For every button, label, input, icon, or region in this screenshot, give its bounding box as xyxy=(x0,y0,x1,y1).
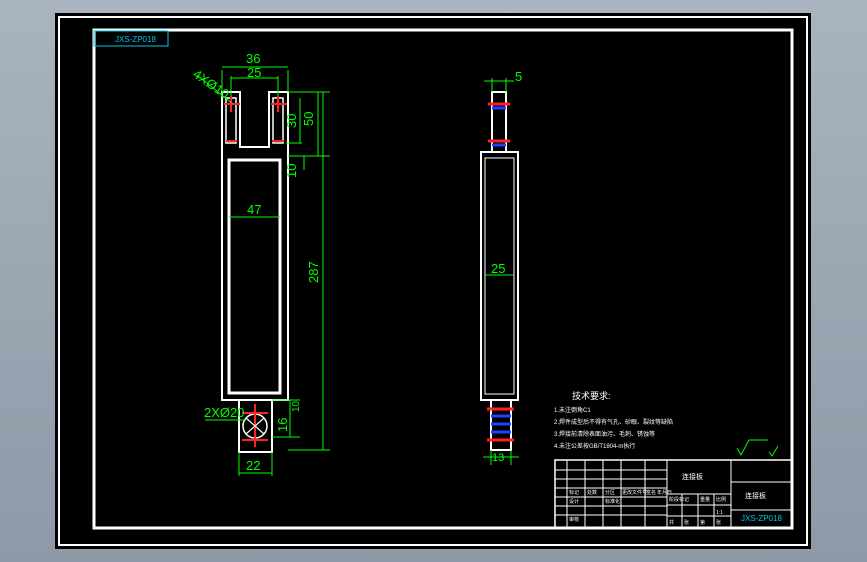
tb-review: 审核 xyxy=(569,516,579,523)
note-4: 4.未注公差按GB/T1804-m执行 xyxy=(554,442,635,450)
dim-inner-width: 47 xyxy=(247,202,261,217)
dim-fork-height: 50 xyxy=(301,112,316,126)
dim-side-width: 25 xyxy=(491,261,505,276)
dim-lug-height: 16 xyxy=(275,418,290,432)
tb-header-3: 分区 xyxy=(605,489,615,496)
tb-part-name: 连接板 xyxy=(682,472,703,481)
tb-sheet2: 张 xyxy=(716,519,721,526)
cad-drawing: JXS-ZP018 36 25 4XØ10 50 30 10 47 287 2X… xyxy=(55,13,811,549)
dim-top-width: 36 xyxy=(246,51,260,66)
sheet xyxy=(55,13,811,549)
dim-total-length: 287 xyxy=(306,261,321,283)
note-2: 2.焊件成型后不得有气孔、砂眼、裂纹等缺陷 xyxy=(554,418,673,426)
tb-header-2: 处数 xyxy=(587,489,597,496)
dim-side-bottom: 13 xyxy=(492,452,504,464)
tb-header-1: 标记 xyxy=(569,489,579,496)
notes-title: 技术要求: xyxy=(572,390,611,401)
tb-total: 共 xyxy=(669,519,674,526)
tb-stage: 阶段标记 xyxy=(669,496,689,503)
tb-standard: 标准化 xyxy=(605,498,620,505)
tb-weight: 重量 xyxy=(700,496,710,503)
tb-header-4: 更改文件号 xyxy=(622,489,647,496)
tb-scale: 1:1 xyxy=(716,510,723,516)
tb-header-6: 年月日 xyxy=(657,489,672,496)
tb-part-name-right: 连接板 xyxy=(745,491,766,500)
dim-slot-spacing: 25 xyxy=(247,65,261,80)
tb-header-5: 签名 xyxy=(646,489,656,496)
dim-side-thickness: 5 xyxy=(515,69,522,84)
note-3: 3.焊接前清除表面油污、毛刺、锈蚀等 xyxy=(554,430,655,438)
dim-holes-bottom: 2XØ20 xyxy=(204,405,244,420)
dim-slot-length: 30 xyxy=(284,114,299,128)
dim-bottom-width: 22 xyxy=(246,458,260,473)
tb-of: 第 xyxy=(700,519,705,526)
tb-scale-label: 比例 xyxy=(716,496,726,503)
dim-lug-small: 10 xyxy=(291,400,302,412)
tb-sheet1: 张 xyxy=(684,519,689,526)
tb-part-code: JXS-ZP018 xyxy=(741,514,782,523)
tb-design: 设计 xyxy=(569,498,579,505)
note-1: 1.未注倒角C1 xyxy=(554,406,591,414)
dim-web-thickness: 10 xyxy=(284,164,299,178)
top-code-text: JXS-ZP018 xyxy=(115,35,156,44)
